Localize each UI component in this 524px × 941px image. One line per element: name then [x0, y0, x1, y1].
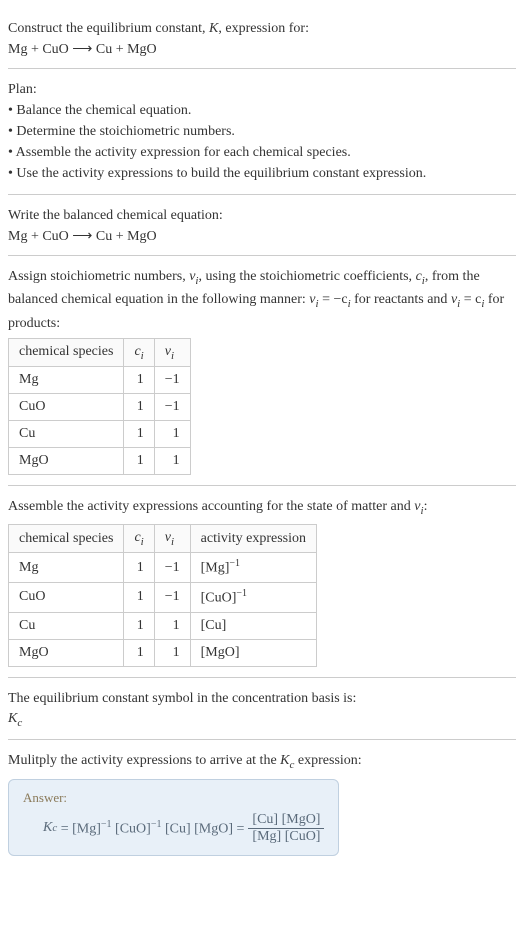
cell-a: [Cu]	[190, 612, 316, 639]
plan-item-1: • Determine the stoichiometric numbers.	[8, 121, 516, 142]
stoich-e2b: = c	[460, 292, 481, 307]
stoich-t1: Assign stoichiometric numbers,	[8, 269, 189, 284]
symbol-heading: The equilibrium constant symbol in the c…	[8, 688, 516, 709]
cell-a: [CuO]−1	[190, 583, 316, 613]
intro-section: Construct the equilibrium constant, K, e…	[8, 8, 516, 69]
symbol-section: The equilibrium constant symbol in the c…	[8, 678, 516, 740]
intro-K: K	[209, 21, 218, 36]
plan-section: Plan: • Balance the chemical equation. •…	[8, 69, 516, 195]
balanced-heading: Write the balanced chemical equation:	[8, 205, 516, 226]
cell-species: Cu	[9, 612, 124, 639]
table-row: Cu11	[9, 421, 191, 448]
plan-heading: Plan:	[8, 79, 516, 100]
plan-item-0: • Balance the chemical equation.	[8, 100, 516, 121]
cell-n: 1	[154, 421, 190, 448]
activity-heading: Assemble the activity expressions accoun…	[8, 496, 516, 519]
answer-box: Answer: Kc = [Mg]−1 [CuO]−1 [Cu] [MgO] =…	[8, 779, 339, 856]
plan-item-2: • Assemble the activity expression for e…	[8, 142, 516, 163]
cell-c: 1	[124, 394, 154, 421]
th-ni-sub: i	[171, 535, 174, 547]
table-row: MgO11[MgO]	[9, 639, 317, 666]
cell-species: Mg	[9, 367, 124, 394]
multiply-section: Mulitply the activity expressions to arr…	[8, 740, 516, 866]
answer-equation: Kc = [Mg]−1 [CuO]−1 [Cu] [MgO] = [Cu] [M…	[23, 812, 324, 845]
cell-c: 1	[124, 639, 154, 666]
table-header-row: chemical species ci νi activity expressi…	[9, 524, 317, 553]
activity-heading-text: Assemble the activity expressions accoun…	[8, 499, 414, 514]
table-row: Mg1−1	[9, 367, 191, 394]
activity-section: Assemble the activity expressions accoun…	[8, 486, 516, 677]
cell-c: 1	[124, 421, 154, 448]
th-ci: ci	[124, 338, 154, 367]
kc-k: K	[8, 711, 17, 726]
th-activity: activity expression	[190, 524, 316, 553]
table-header-row: chemical species ci νi	[9, 338, 191, 367]
activity-heading2: :	[424, 499, 428, 514]
cell-species: Cu	[9, 421, 124, 448]
table-row: CuO1−1	[9, 394, 191, 421]
cell-n: −1	[154, 583, 190, 613]
stoich-table: chemical species ci νi Mg1−1 CuO1−1 Cu11…	[8, 338, 191, 476]
stoich-t4: for reactants and	[351, 292, 451, 307]
intro-text: Construct the equilibrium constant, K, e…	[8, 18, 516, 39]
cell-a: [MgO]	[190, 639, 316, 666]
th-ni-sub: i	[171, 349, 174, 361]
stoich-text: Assign stoichiometric numbers, νi, using…	[8, 266, 516, 334]
answer-eq-text: = [Mg]−1 [CuO]−1 [Cu] [MgO] =	[57, 819, 244, 838]
multiply-kc: K	[280, 753, 289, 768]
th-ni: νi	[154, 338, 190, 367]
table-row: MgO11	[9, 448, 191, 475]
answer-label: Answer:	[23, 790, 324, 806]
th-ci-sub: i	[141, 349, 144, 361]
cell-n: −1	[154, 553, 190, 583]
answer-lhs: K	[43, 820, 52, 836]
th-species-text: chemical species	[19, 531, 113, 546]
cell-species: CuO	[9, 583, 124, 613]
table-row: Mg1−1[Mg]−1	[9, 553, 317, 583]
cell-c: 1	[124, 583, 154, 613]
multiply-heading: Mulitply the activity expressions to arr…	[8, 750, 516, 773]
answer-fraction: [Cu] [MgO] [Mg] [CuO]	[248, 812, 324, 845]
intro-line1b: , expression for:	[218, 21, 309, 36]
cell-n: 1	[154, 448, 190, 475]
activity-table: chemical species ci νi activity expressi…	[8, 524, 317, 667]
th-species-text: chemical species	[19, 344, 113, 359]
balanced-equation: Mg + CuO ⟶ Cu + MgO	[8, 228, 516, 245]
th-species: chemical species	[9, 524, 124, 553]
th-ci-sub: i	[141, 535, 144, 547]
cell-species: MgO	[9, 448, 124, 475]
th-ni: νi	[154, 524, 190, 553]
th-species: chemical species	[9, 338, 124, 367]
fraction-num: [Cu] [MgO]	[248, 812, 324, 829]
fraction-den: [Mg] [CuO]	[248, 829, 324, 845]
plan-item-3: • Use the activity expressions to build …	[8, 163, 516, 184]
cell-a: [Mg]−1	[190, 553, 316, 583]
cell-species: MgO	[9, 639, 124, 666]
cell-n: 1	[154, 612, 190, 639]
multiply-heading2: expression:	[294, 753, 361, 768]
th-activity-text: activity expression	[201, 531, 306, 546]
symbol-kc: Kc	[8, 711, 516, 729]
cell-c: 1	[124, 612, 154, 639]
cell-species: CuO	[9, 394, 124, 421]
stoich-e1b: = −c	[319, 292, 348, 307]
intro-line1: Construct the equilibrium constant,	[8, 21, 209, 36]
th-ci: ci	[124, 524, 154, 553]
cell-n: −1	[154, 367, 190, 394]
cell-n: 1	[154, 639, 190, 666]
cell-c: 1	[124, 553, 154, 583]
stoich-section: Assign stoichiometric numbers, νi , using…	[8, 256, 516, 486]
balanced-section: Write the balanced chemical equation: Mg…	[8, 195, 516, 256]
stoich-t2: , using the stoichiometric coefficients,	[198, 269, 415, 284]
cell-n: −1	[154, 394, 190, 421]
intro-equation: Mg + CuO ⟶ Cu + MgO	[8, 41, 516, 58]
table-row: CuO1−1[CuO]−1	[9, 583, 317, 613]
kc-sub: c	[17, 717, 22, 729]
cell-c: 1	[124, 448, 154, 475]
table-row: Cu11[Cu]	[9, 612, 317, 639]
cell-species: Mg	[9, 553, 124, 583]
multiply-heading-text: Mulitply the activity expressions to arr…	[8, 753, 280, 768]
cell-c: 1	[124, 367, 154, 394]
